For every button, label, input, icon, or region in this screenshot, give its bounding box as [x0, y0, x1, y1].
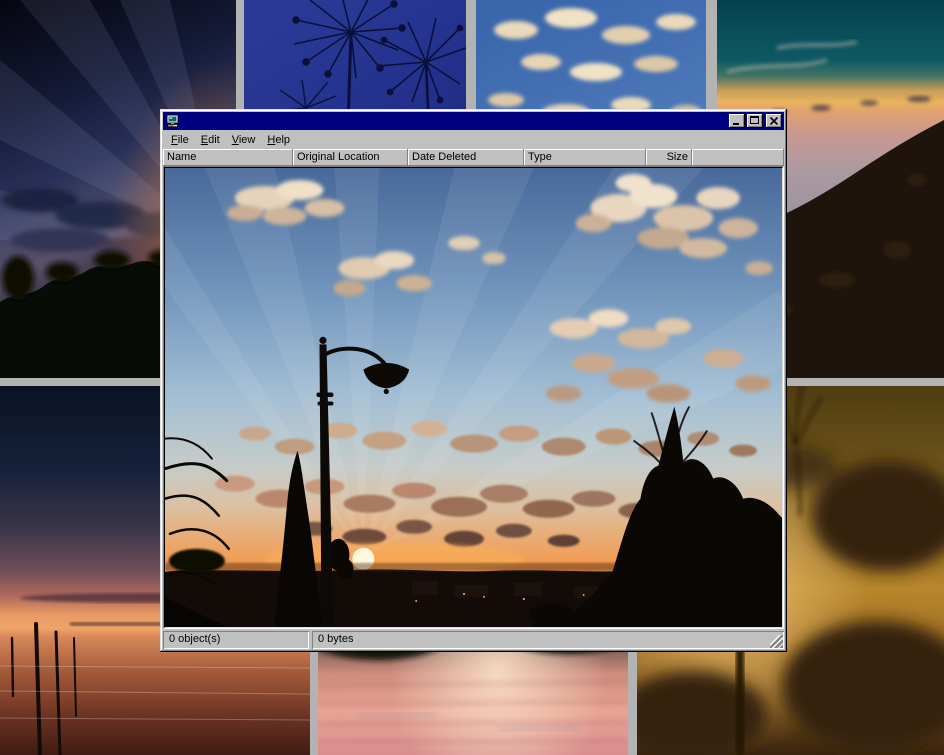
- menu-help[interactable]: Help: [261, 132, 296, 148]
- folder-content-area[interactable]: [163, 166, 784, 629]
- sunset-lamp-art: [165, 168, 782, 627]
- close-button[interactable]: [766, 114, 782, 128]
- status-bar: 0 object(s) 0 bytes: [163, 629, 784, 649]
- computer-icon[interactable]: [166, 114, 180, 128]
- menu-edit[interactable]: Edit: [195, 132, 226, 148]
- menu-bar: File Edit View Help: [163, 130, 784, 149]
- menu-view[interactable]: View: [226, 132, 262, 148]
- photo-grid-background: File Edit View Help Name Original Locati…: [0, 0, 944, 755]
- column-header-name[interactable]: Name: [163, 149, 293, 166]
- minimize-button[interactable]: [729, 114, 745, 128]
- menu-file[interactable]: File: [165, 132, 195, 148]
- maximize-button[interactable]: [747, 114, 763, 128]
- column-header-size[interactable]: Size: [646, 149, 692, 166]
- status-object-count: 0 object(s): [163, 631, 309, 649]
- column-header-date-deleted[interactable]: Date Deleted: [408, 149, 524, 166]
- column-header-filler: [692, 149, 784, 166]
- minimize-icon: [733, 123, 739, 125]
- column-header-original-location[interactable]: Original Location: [293, 149, 408, 166]
- recycle-bin-window: File Edit View Help Name Original Locati…: [160, 109, 787, 652]
- title-bar[interactable]: [163, 112, 784, 130]
- maximize-icon: [750, 116, 759, 124]
- column-headers: Name Original Location Date Deleted Type…: [163, 149, 784, 166]
- close-icon: [766, 114, 782, 128]
- resize-grip-icon[interactable]: [770, 635, 783, 648]
- status-size: 0 bytes: [312, 631, 784, 649]
- folder-background-photo: [164, 167, 783, 628]
- column-header-type[interactable]: Type: [524, 149, 646, 166]
